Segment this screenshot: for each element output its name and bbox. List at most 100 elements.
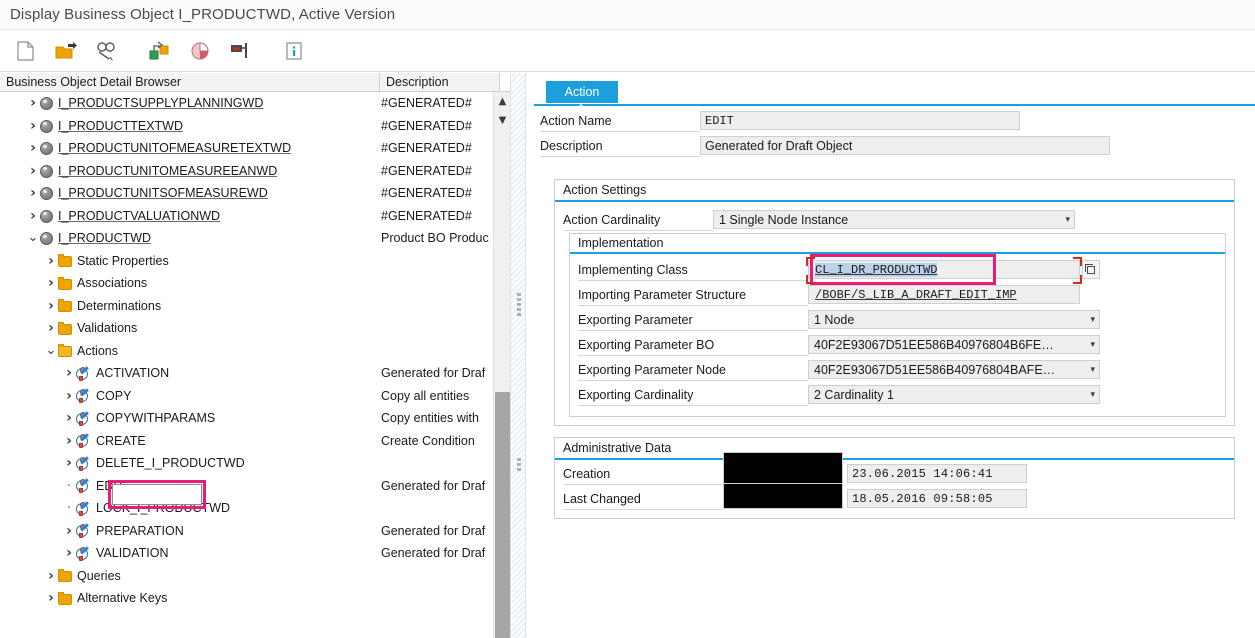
- action-cardinality-select[interactable]: 1 Single Node Instance ▾: [713, 210, 1075, 229]
- collapsed-chevron-icon[interactable]: ›: [44, 569, 58, 583]
- collapsed-chevron-icon[interactable]: ›: [26, 96, 40, 110]
- tree-row[interactable]: ›I_PRODUCTTEXTWD#GENERATED#: [0, 115, 510, 138]
- last-changed-user-field-redacted[interactable]: [723, 483, 843, 509]
- collapsed-chevron-icon[interactable]: ›: [44, 321, 58, 335]
- implementing-class-field[interactable]: CL_I_DR_PRODUCTWD: [808, 260, 1080, 279]
- implementing-class-value-help-icon[interactable]: [1082, 260, 1100, 279]
- tree-row[interactable]: ›I_PRODUCTVALUATIONWD#GENERATED#: [0, 205, 510, 228]
- collapsed-chevron-icon[interactable]: ›: [62, 366, 76, 380]
- creation-user-field-redacted[interactable]: [723, 452, 843, 486]
- tree-row[interactable]: ›Validations: [0, 317, 510, 340]
- tree-row[interactable]: ⌄I_PRODUCTWDProduct BO Produc: [0, 227, 510, 250]
- collapsed-chevron-icon[interactable]: ›: [62, 434, 76, 448]
- tree-row-description: #GENERATED#: [380, 96, 510, 110]
- where-used-icon[interactable]: [88, 34, 124, 68]
- implementation-body: Implementing Class CL_I_DR_PRODUCTWD: [570, 254, 1225, 416]
- tree-row[interactable]: ›Associations: [0, 272, 510, 295]
- enhance-icon[interactable]: [142, 34, 178, 68]
- expanded-chevron-icon[interactable]: ⌄: [26, 235, 40, 241]
- collapsed-chevron-icon[interactable]: ›: [44, 591, 58, 605]
- exporting-parameter-node-select[interactable]: 40F2E93067D51EE586B40976804BAFE… ▾: [808, 360, 1100, 379]
- tree-row[interactable]: ›COPYWITHPARAMSCopy entities with: [0, 407, 510, 430]
- pie-status-icon[interactable]: [182, 34, 218, 68]
- splitter-grip-top[interactable]: [517, 293, 521, 316]
- description-label: Description: [540, 135, 700, 157]
- tree-row-name-cell: ›ACTIVATION: [0, 366, 380, 381]
- tab-action[interactable]: Action: [546, 81, 618, 103]
- implementation-title: Implementation: [570, 233, 1225, 254]
- tree-row[interactable]: ›Static Properties: [0, 250, 510, 273]
- collapsed-chevron-icon[interactable]: ›: [26, 186, 40, 200]
- collapsed-chevron-icon[interactable]: ›: [62, 389, 76, 403]
- exporting-parameter-node-row: Exporting Parameter Node 40F2E93067D51EE…: [578, 358, 1217, 381]
- exporting-parameter-select[interactable]: 1 Node ▾: [808, 310, 1100, 329]
- tree-row[interactable]: ›VALIDATIONGenerated for Draf: [0, 542, 510, 565]
- tree-row[interactable]: ›Queries: [0, 565, 510, 588]
- tree-row[interactable]: ·EDITGenerated for Draf: [0, 475, 510, 498]
- tree-row-description: Generated for Draf: [380, 546, 510, 560]
- column-header-description[interactable]: Description: [380, 73, 500, 91]
- tree-row[interactable]: ›Determinations: [0, 295, 510, 318]
- expanded-chevron-icon[interactable]: ⌄: [44, 348, 58, 354]
- collapsed-chevron-icon[interactable]: ›: [44, 299, 58, 313]
- collapsed-chevron-icon[interactable]: ›: [44, 276, 58, 290]
- tree-row-name-cell: ›VALIDATION: [0, 546, 380, 561]
- tree-row[interactable]: › I_PRODUCTSUPPLYPLANNINGWD #GENERATED#: [0, 92, 510, 115]
- where-used-icon-glyph: [95, 41, 117, 61]
- pie-status-icon-glyph: [190, 41, 210, 61]
- exporting-parameter-bo-label: Exporting Parameter BO: [578, 334, 808, 356]
- exporting-parameter-bo-select[interactable]: 40F2E93067D51EE586B40976804B6FE… ▾: [808, 335, 1100, 354]
- tree-row[interactable]: ›PREPARATIONGenerated for Draf: [0, 520, 510, 543]
- collapsed-chevron-icon[interactable]: ›: [62, 546, 76, 560]
- creation-row: Creation 23.06.2015 14:06:41: [563, 462, 1226, 485]
- collapsed-chevron-icon[interactable]: ›: [62, 524, 76, 538]
- last-changed-timestamp-field[interactable]: 18.05.2016 09:58:05: [847, 489, 1027, 508]
- scroll-down-arrow-icon[interactable]: ▼: [494, 111, 510, 130]
- collapsed-chevron-icon[interactable]: ›: [62, 456, 76, 470]
- collapsed-chevron-icon[interactable]: ›: [26, 164, 40, 178]
- action-cardinality-value: 1 Single Node Instance: [719, 213, 848, 227]
- tree-row-name-cell: ⌄Actions: [0, 344, 380, 358]
- action-name-field[interactable]: EDIT: [700, 111, 1020, 130]
- creation-label: Creation: [563, 463, 723, 485]
- business-object-detail-browser-panel: Business Object Detail Browser Descripti…: [0, 73, 510, 638]
- splitter-grip-bottom[interactable]: [517, 458, 521, 471]
- info-icon[interactable]: [276, 34, 312, 68]
- collapsed-chevron-icon[interactable]: ›: [26, 141, 40, 155]
- collapsed-chevron-icon[interactable]: ›: [26, 209, 40, 223]
- panel-splitter[interactable]: [510, 73, 526, 638]
- importing-parameter-structure-field[interactable]: /BOBF/S_LIB_A_DRAFT_EDIT_IMP: [808, 285, 1080, 304]
- description-field[interactable]: Generated for Draft Object: [700, 136, 1110, 155]
- tree-row[interactable]: ·LOCK_I_PRODUCTWD: [0, 497, 510, 520]
- scroll-up-arrow-icon[interactable]: ▲: [494, 92, 510, 111]
- breakpoint-icon[interactable]: [222, 34, 258, 68]
- tree-row-label: I_PRODUCTSUPPLYPLANNINGWD: [58, 96, 263, 110]
- tree-row-name-cell: ›Associations: [0, 276, 380, 290]
- implementation-subgroup: Implementation Implementing Class CL_I_D…: [569, 233, 1226, 417]
- tree-row[interactable]: ›ACTIVATIONGenerated for Draf: [0, 362, 510, 385]
- exporting-cardinality-select[interactable]: 2 Cardinality 1 ▾: [808, 385, 1100, 404]
- action-icon: [76, 457, 91, 471]
- folder-icon: [58, 324, 72, 335]
- tree-row[interactable]: ›I_PRODUCTUNITOMEASUREEANWD#GENERATED#: [0, 160, 510, 183]
- tree-row[interactable]: ›I_PRODUCTUNITOFMEASURETEXTWD#GENERATED#: [0, 137, 510, 160]
- tree-row-label: CREATE: [96, 434, 146, 448]
- creation-timestamp-field[interactable]: 23.06.2015 14:06:41: [847, 464, 1027, 483]
- tree-vertical-scrollbar[interactable]: ▲ ▼: [493, 92, 510, 638]
- tree-row-name-cell: › I_PRODUCTSUPPLYPLANNINGWD: [0, 96, 380, 110]
- tree-row[interactable]: ›Alternative Keys: [0, 587, 510, 610]
- tree-row[interactable]: ⌄Actions: [0, 340, 510, 363]
- tree-row[interactable]: ›I_PRODUCTUNITSOFMEASUREWD#GENERATED#: [0, 182, 510, 205]
- scrollbar-thumb[interactable]: [495, 392, 510, 638]
- collapsed-chevron-icon[interactable]: ›: [44, 254, 58, 268]
- collapsed-chevron-icon[interactable]: ›: [62, 411, 76, 425]
- tree-row[interactable]: ›DELETE_I_PRODUCTWD: [0, 452, 510, 475]
- open-folder-icon[interactable]: [48, 34, 84, 68]
- collapsed-chevron-icon[interactable]: ›: [26, 119, 40, 133]
- column-header-filler: [500, 73, 510, 91]
- column-header-name[interactable]: Business Object Detail Browser: [0, 73, 380, 91]
- tree-row[interactable]: ›COPYCopy all entities: [0, 385, 510, 408]
- tree-row[interactable]: ›CREATECreate Condition: [0, 430, 510, 453]
- new-icon[interactable]: [8, 34, 44, 68]
- chevron-down-icon: ▾: [1065, 215, 1070, 225]
